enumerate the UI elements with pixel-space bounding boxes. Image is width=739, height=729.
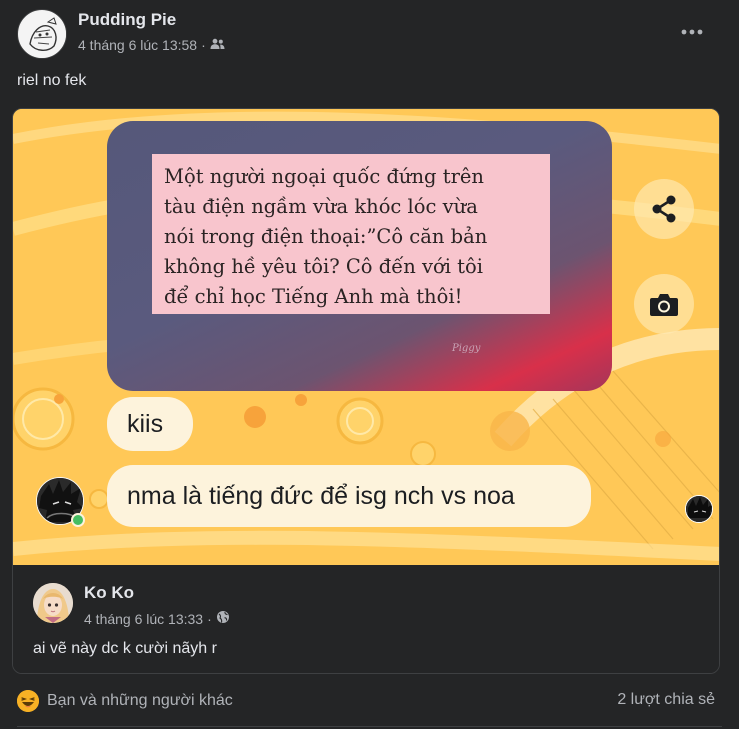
camera-icon [650, 294, 678, 316]
post-caption: riel no fek [17, 72, 87, 89]
read-receipt-avatar [685, 495, 713, 523]
reactions-text[interactable]: Bạn và những người khác [47, 692, 233, 710]
camera-button[interactable] [634, 274, 694, 334]
post-meta: 4 tháng 6 lúc 13:58 · [78, 37, 225, 53]
shared-content-card[interactable]: Một người ngoại quốc đứng trên tàu điện … [12, 108, 720, 674]
more-options-button[interactable] [672, 16, 712, 48]
meta-separator: · [207, 610, 212, 627]
meta-separator: · [201, 37, 206, 53]
quote-line: để chỉ học Tiếng Anh mà thôi! [164, 285, 463, 308]
reactions-summary[interactable]: Bạn và những người khác [17, 690, 233, 712]
artist-signature: Piggy [452, 343, 481, 354]
comment-author-name[interactable]: Ko Ko [84, 583, 134, 603]
quote-line: tàu điện ngầm vừa khóc lóc vừa [164, 195, 478, 218]
globe-icon[interactable] [216, 610, 230, 627]
friends-icon[interactable] [210, 37, 225, 53]
share-icon [652, 195, 676, 223]
author-avatar[interactable] [17, 9, 67, 59]
chat-bubble-kiis: kiis [107, 397, 193, 451]
comment-text: ai vẽ này dc k cười nãyh r [33, 640, 217, 657]
facebook-post: Pudding Pie 4 tháng 6 lúc 13:58 · riel n… [0, 0, 739, 729]
post-timestamp[interactable]: 4 tháng 6 lúc 13:58 [78, 37, 197, 53]
comment-timestamp[interactable]: 4 tháng 6 lúc 13:33 [84, 611, 203, 627]
shares-count[interactable]: 2 lượt chia sẻ [617, 691, 715, 709]
post-author-name[interactable]: Pudding Pie [78, 10, 176, 30]
quote-image-panel: Một người ngoại quốc đứng trên tàu điện … [107, 121, 612, 391]
shared-image[interactable]: Một người ngoại quốc đứng trên tàu điện … [13, 109, 719, 565]
online-status-indicator [71, 513, 85, 527]
comment-meta: 4 tháng 6 lúc 13:33 · [84, 610, 230, 627]
quoted-comment[interactable]: Ko Ko 4 tháng 6 lúc 13:33 · ai vẽ này dc… [13, 565, 719, 673]
chat-bubble-reply: nma là tiếng đức để isg nch vs noa [107, 465, 591, 527]
comment-author-avatar[interactable] [33, 583, 73, 623]
more-horizontal-icon [681, 29, 703, 35]
quote-line: Một người ngoại quốc đứng trên [164, 165, 484, 188]
haha-reaction-icon [17, 690, 39, 712]
quote-line: nói trong điện thoại:”Cô căn bản [164, 225, 488, 248]
quote-text-block: Một người ngoại quốc đứng trên tàu điện … [152, 154, 550, 314]
footer-divider [17, 726, 722, 727]
quote-line: không hề yêu tôi? Cô đến với tôi [164, 255, 483, 278]
share-button[interactable] [634, 179, 694, 239]
